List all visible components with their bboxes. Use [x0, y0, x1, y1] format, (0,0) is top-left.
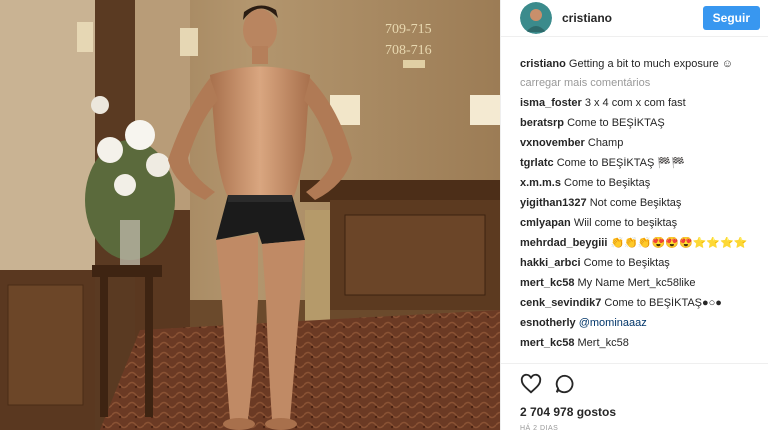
comment-user[interactable]: vxnovember [520, 137, 585, 149]
comment-user[interactable]: isma_foster [520, 97, 582, 109]
avatar-image [520, 2, 552, 34]
comment-text: Not come Beşiktaş [589, 197, 682, 209]
instagram-post: 709-715 708-716 cristiano Seguir cristia… [0, 0, 768, 432]
comment-text: Come to Beşiktaş [564, 177, 651, 189]
comment-user[interactable]: mert_kc58 [520, 337, 574, 349]
comment: yigithan1327 Not come Beşiktaş [520, 197, 758, 210]
comment-user[interactable]: tgrlatc [520, 157, 554, 169]
post-timestamp[interactable]: HÁ 2 DIAS [520, 425, 768, 432]
comment: hakki_arbci Come to Beşiktaş [520, 257, 758, 270]
caption-text: Getting a bit to much exposure ☺ [568, 58, 734, 70]
comment: mert_kc58 Mert_kc58 [520, 337, 758, 350]
comment: mert_kc58 My Name Mert_kc58like [520, 277, 758, 290]
likes-count[interactable]: 2 704 978 gostos [520, 405, 768, 419]
comment: tgrlatc Come to BEŞİKTAŞ 🏁🏁 [520, 157, 758, 170]
comment: cmlyapan Wiil come to beşiktaş [520, 217, 758, 230]
avatar[interactable] [520, 2, 552, 34]
comment: beratsrp Come to BEŞİKTAŞ [520, 117, 758, 130]
comment-text: Come to BEŞİKTAŞ 🏁🏁 [556, 157, 685, 169]
photo-illustration: 709-715 708-716 [0, 0, 500, 430]
comment-user[interactable]: esnotherly [520, 317, 576, 329]
comment-user[interactable]: mert_kc58 [520, 277, 574, 289]
comment-user[interactable]: cmlyapan [520, 217, 571, 229]
comment-text: Champ [587, 137, 624, 149]
follow-button[interactable]: Seguir [702, 6, 760, 30]
comment-text: 👏👏👏😍😍😍⭐⭐⭐⭐ [610, 237, 748, 249]
heart-icon[interactable] [520, 373, 542, 395]
action-icons [520, 371, 768, 397]
comment-mention-link[interactable]: @mominaaaz [579, 317, 647, 329]
room-number-bottom: 708-716 [385, 43, 432, 58]
comment: vxnovember Champ [520, 137, 758, 150]
comment: mehrdad_beygiii 👏👏👏😍😍😍⭐⭐⭐⭐ [520, 237, 758, 250]
caption-user[interactable]: cristiano [520, 58, 566, 70]
comment-text: Wiil come to beşiktaş [573, 217, 678, 229]
comment-text: Come to Beşiktaş [583, 257, 670, 269]
comment: cenk_sevindik7 Come to BEŞİKTAŞ●○● [520, 297, 758, 310]
comment-user[interactable]: beratsrp [520, 117, 564, 129]
room-number-top: 709-715 [385, 22, 432, 37]
comment-user[interactable]: yigithan1327 [520, 197, 587, 209]
caption: cristiano Getting a bit to much exposure… [520, 58, 758, 71]
comment-user[interactable]: hakki_arbci [520, 257, 581, 269]
comment-text: Come to BEŞİKTAŞ [567, 117, 665, 129]
comment-text: 3 x 4 com x com fast [584, 97, 686, 109]
comment-text: Mert_kc58 [577, 337, 629, 349]
comment: x.m.m.s Come to Beşiktaş [520, 177, 758, 190]
header-username[interactable]: cristiano [562, 11, 703, 25]
post-photo[interactable]: 709-715 708-716 [0, 0, 500, 430]
comment: esnotherly @mominaaaz [520, 317, 758, 330]
comment-user[interactable]: cenk_sevindik7 [520, 297, 601, 309]
comment-text: My Name Mert_kc58like [577, 277, 696, 289]
post-actions: 2 704 978 gostos HÁ 2 DIAS [501, 363, 768, 432]
comment: isma_foster 3 x 4 com x com fast [520, 97, 758, 110]
post-side-panel: cristiano Seguir cristiano Getting a bit… [500, 0, 768, 432]
comment-user[interactable]: mehrdad_beygiii [520, 237, 607, 249]
comments-section: cristiano Getting a bit to much exposure… [501, 37, 768, 363]
post-header: cristiano Seguir [501, 0, 768, 37]
load-more-comments-link[interactable]: carregar mais comentários [520, 77, 758, 89]
comment-user[interactable]: x.m.m.s [520, 177, 561, 189]
comment-icon[interactable] [554, 373, 576, 395]
comment-text: Come to BEŞİKTAŞ●○● [604, 297, 722, 309]
